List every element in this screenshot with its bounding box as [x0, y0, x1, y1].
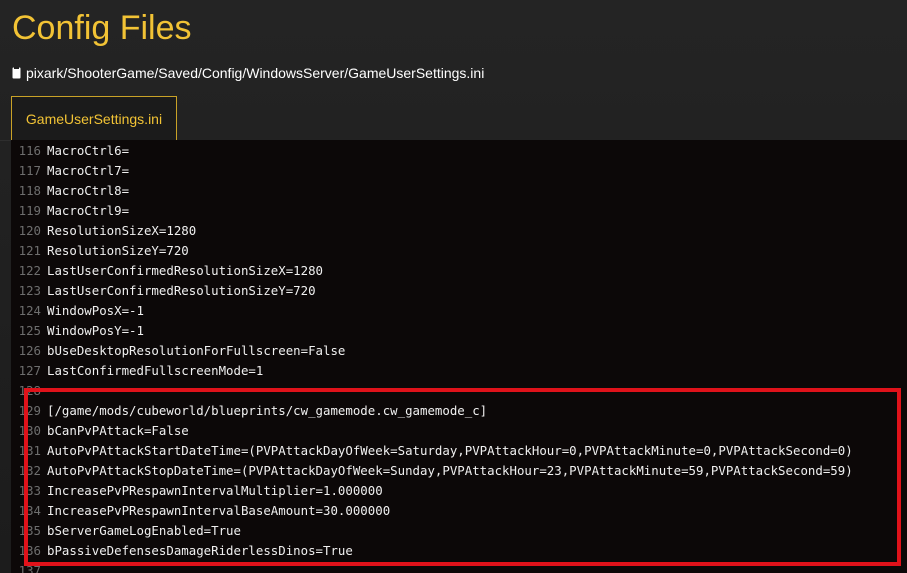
file-path: pixark/ShooterGame/Saved/Config/WindowsS… [12, 63, 484, 83]
editor-lines: 116 MacroCtrl6= 117 MacroCtrl7= 118 MacroCtrl… [11, 141, 907, 573]
line-number: 123 [18, 283, 41, 298]
code-line[interactable]: 130 bCanPvPAttack=False [11, 421, 907, 441]
tab-gameusersettings[interactable]: GameUserSettings.ini [11, 96, 177, 140]
line-text: [/game/mods/cubeworld/blueprints/cw_game… [47, 403, 488, 418]
code-line[interactable]: 132 AutoPvPAttackStopDateTime=(PVPAttackD… [11, 461, 907, 481]
file-icon [12, 67, 21, 79]
code-line[interactable]: 122 LastUserConfirmedResolutionSizeX=1280 [11, 261, 907, 281]
line-number: 127 [18, 363, 41, 378]
line-text: bServerGameLogEnabled=True [47, 523, 241, 538]
code-line[interactable]: 120 ResolutionSizeX=1280 [11, 221, 907, 241]
line-number: 136 [18, 543, 41, 558]
code-editor[interactable]: 116 MacroCtrl6= 117 MacroCtrl7= 118 MacroCtrl… [11, 140, 907, 573]
line-number: 118 [18, 183, 41, 198]
line-text [41, 381, 47, 401]
line-number: 137 [18, 563, 41, 573]
line-number: 133 [18, 483, 41, 498]
line-number: 122 [18, 263, 41, 278]
line-text: bCanPvPAttack=False [47, 423, 189, 438]
code-line[interactable]: 116 MacroCtrl6= [11, 141, 907, 161]
code-line[interactable]: 134 IncreasePvPRespawnIntervalBaseAmount=… [11, 501, 907, 521]
line-text: LastConfirmedFullscreenMode=1 [47, 363, 264, 378]
code-line[interactable]: 118 MacroCtrl8= [11, 181, 907, 201]
line-number: 119 [18, 203, 41, 218]
file-tabs: GameUserSettings.ini [0, 96, 907, 141]
code-line[interactable]: 137 [11, 561, 907, 573]
line-number: 128 [18, 383, 41, 398]
line-text: WindowPosY=-1 [47, 323, 144, 338]
line-text: IncreasePvPRespawnIntervalMultiplier=1.0… [47, 483, 383, 498]
line-number: 131 [18, 443, 41, 458]
line-text: LastUserConfirmedResolutionSizeY=720 [47, 283, 316, 298]
line-number: 125 [18, 323, 41, 338]
code-line[interactable]: 125 WindowPosY=-1 [11, 321, 907, 341]
code-line[interactable]: 129 [/game/mods/cubeworld/blueprints/cw_g… [11, 401, 907, 421]
line-text: bPassiveDefensesDamageRiderlessDinos=Tru… [47, 543, 353, 558]
line-number: 116 [18, 143, 41, 158]
line-number: 120 [18, 223, 41, 238]
line-number: 130 [18, 423, 41, 438]
line-number: 132 [18, 463, 41, 478]
line-text [41, 561, 47, 573]
code-line[interactable]: 117 MacroCtrl7= [11, 161, 907, 181]
line-number: 121 [18, 243, 41, 258]
code-line[interactable]: 128 [11, 381, 907, 401]
line-number: 124 [18, 303, 41, 318]
line-text: ResolutionSizeX=1280 [47, 223, 197, 238]
line-number: 129 [18, 403, 41, 418]
code-line[interactable]: 136 bPassiveDefensesDamageRiderlessDinos=… [11, 541, 907, 561]
code-line[interactable]: 133 IncreasePvPRespawnIntervalMultiplier=… [11, 481, 907, 501]
line-number: 134 [18, 503, 41, 518]
code-line[interactable]: 126 bUseDesktopResolutionForFullscreen=Fa… [11, 341, 907, 361]
line-text: AutoPvPAttackStopDateTime=(PVPAttackDayO… [47, 463, 853, 478]
line-text: ResolutionSizeY=720 [47, 243, 189, 258]
line-text: MacroCtrl6= [47, 143, 130, 158]
line-text: MacroCtrl9= [47, 203, 130, 218]
page-title: Config Files [12, 9, 192, 47]
line-text: LastUserConfirmedResolutionSizeX=1280 [47, 263, 324, 278]
code-line[interactable]: 123 LastUserConfirmedResolutionSizeY=720 [11, 281, 907, 301]
line-text: bUseDesktopResolutionForFullscreen=False [47, 343, 346, 358]
code-line[interactable]: 121 ResolutionSizeY=720 [11, 241, 907, 261]
code-line[interactable]: 135 bServerGameLogEnabled=True [11, 521, 907, 541]
file-path-text: pixark/ShooterGame/Saved/Config/WindowsS… [26, 65, 485, 81]
line-text: IncreasePvPRespawnIntervalBaseAmount=30.… [47, 503, 391, 518]
line-number: 117 [18, 163, 41, 178]
line-text: MacroCtrl7= [47, 163, 130, 178]
line-text: WindowPosX=-1 [47, 303, 144, 318]
line-number: 126 [18, 343, 41, 358]
code-line[interactable]: 124 WindowPosX=-1 [11, 301, 907, 321]
code-line[interactable]: 131 AutoPvPAttackStartDateTime=(PVPAttack… [11, 441, 907, 461]
config-files-page: Config Files pixark/ShooterGame/Saved/Co… [0, 0, 907, 573]
code-line[interactable]: 127 LastConfirmedFullscreenMode=1 [11, 361, 907, 381]
line-number: 135 [18, 523, 41, 538]
code-line[interactable]: 119 MacroCtrl9= [11, 201, 907, 221]
line-text: MacroCtrl8= [47, 183, 130, 198]
line-text: AutoPvPAttackStartDateTime=(PVPAttackDay… [47, 443, 853, 458]
